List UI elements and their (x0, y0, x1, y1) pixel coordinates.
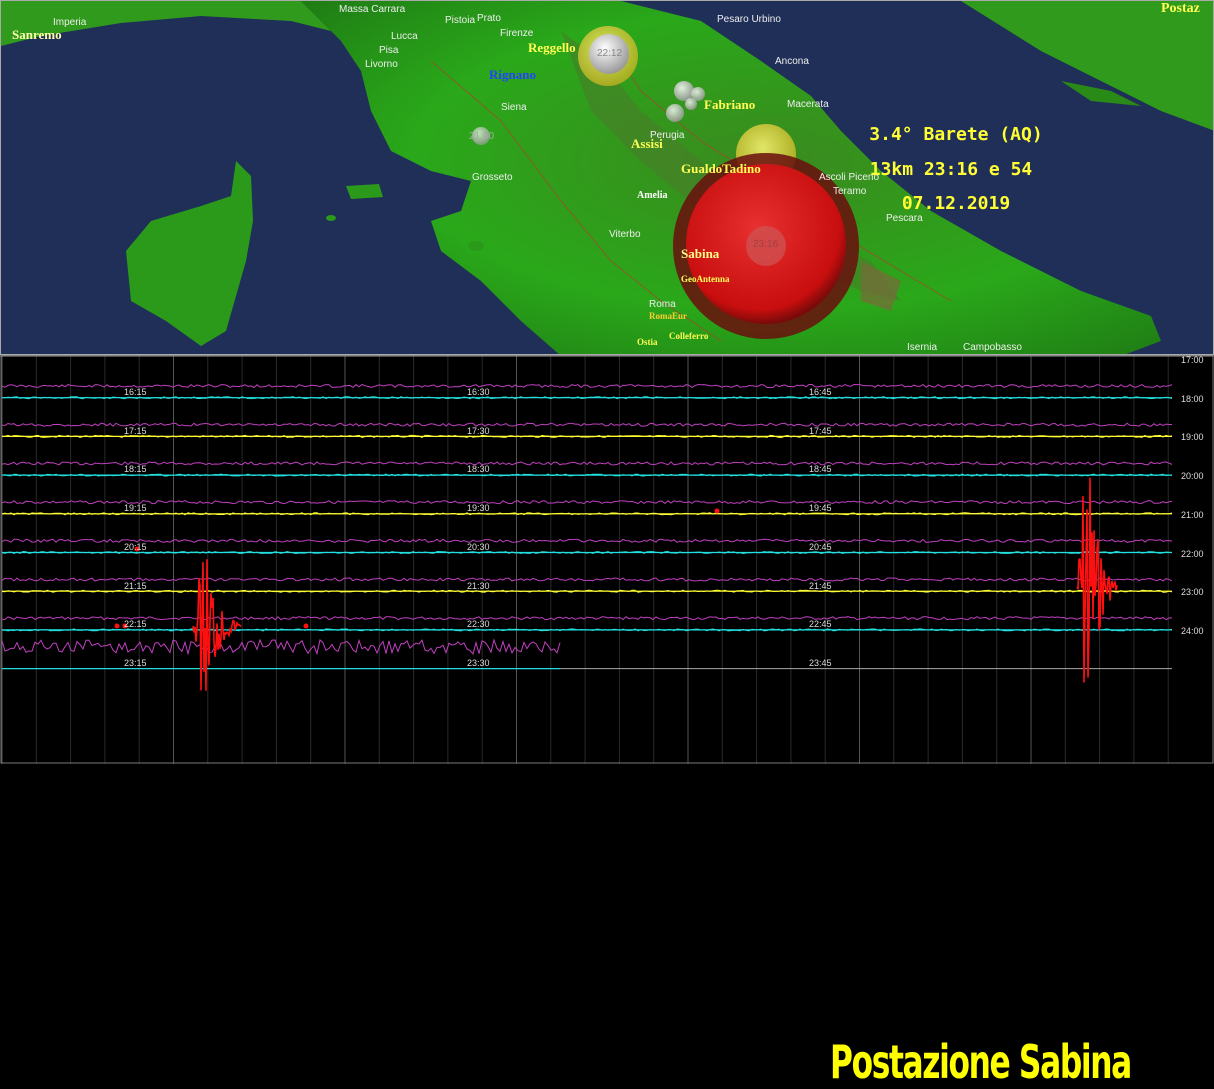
hour-label: 17:00 (1181, 355, 1204, 365)
station-label-colleferro[interactable]: Colleferro (669, 331, 708, 341)
station-label-assisi[interactable]: Assisi (631, 136, 663, 152)
seismogram-panel: 16:15 16:30 16:45 17:00 17:15 17:30 17:45 18:00… (0, 355, 1214, 1089)
quarter-label: 23:30 (467, 657, 490, 668)
hour-label: 19:00 (1181, 432, 1204, 443)
city-label: Siena (501, 102, 527, 113)
quarter-label: 18:30 (467, 464, 490, 475)
station-label-geoantenna[interactable]: GeoAntenna (681, 274, 730, 284)
quarter-label: 16:45 (809, 387, 832, 397)
epicenter-map: Imperia Massa Carrara Lucca Pisa Livorno… (0, 0, 1214, 355)
quarter-label: 16:30 (467, 387, 490, 397)
station-label-ostia[interactable]: Ostia (637, 337, 658, 347)
quarter-label: 20:45 (809, 541, 832, 552)
station-label-romaeur[interactable]: RomaEur (649, 311, 687, 321)
quarter-label: 19:30 (467, 503, 490, 514)
city-label: Livorno (365, 59, 398, 70)
city-label: Roma (649, 299, 676, 310)
hour-label: 21:00 (1181, 509, 1204, 520)
hour-label: 23:00 (1181, 587, 1204, 598)
station-label-fabriano[interactable]: Fabriano (704, 97, 755, 113)
quarter-label: 20:15 (124, 541, 147, 552)
city-label: Lucca (391, 31, 418, 42)
quarter-label: 20:30 (467, 541, 490, 552)
city-label: Pesaro Urbino (717, 14, 781, 25)
quarter-label: 16:15 (124, 387, 147, 397)
quarter-label: 17:15 (124, 425, 147, 436)
station-label-reggello[interactable]: Reggello (528, 40, 576, 56)
event-marker (303, 623, 309, 629)
quarter-label: 22:30 (467, 619, 490, 630)
city-label: Pescara (886, 213, 923, 224)
quarter-label: 21:45 (809, 580, 832, 591)
quake-time-label: 23:16 (753, 239, 779, 250)
quarter-label: 18:45 (809, 464, 832, 475)
hour-label: 22:00 (1181, 548, 1204, 559)
quake-info-date: 07.12.2019 (901, 193, 1011, 214)
city-label: Ancona (775, 56, 809, 67)
city-label: Pistoia (445, 15, 476, 26)
quake-time-label: 21:50 (469, 131, 495, 142)
quarter-label: 21:15 (124, 580, 147, 591)
hour-label: 18:00 (1181, 393, 1204, 404)
quarter-label: 19:15 (124, 503, 147, 514)
event-marker (114, 623, 120, 629)
quarter-label: 22:45 (809, 619, 832, 630)
city-label: Viterbo (609, 229, 641, 240)
quarter-label: 22:15 (124, 619, 147, 630)
station-label-sabina[interactable]: Sabina (681, 246, 719, 262)
quake-time-label: 22:12 (597, 48, 623, 59)
city-label: Macerata (787, 99, 829, 110)
quarter-label: 23:45 (809, 657, 832, 668)
station-label-sanremo[interactable]: Sanremo (12, 27, 62, 43)
quarter-label: 23:15 (124, 657, 147, 668)
station-banner: Postazione Sabina (830, 1035, 1132, 1089)
quarter-label: 21:30 (467, 580, 490, 591)
city-label: Firenze (500, 28, 534, 39)
hour-label: 20:00 (1181, 471, 1204, 482)
quake-info-depth-time: 13km 23:16 e 54 (869, 159, 1033, 180)
quake-info-magnitude: 3.4° Barete (AQ) (869, 124, 1043, 145)
hour-label: 24:00 (1181, 625, 1204, 636)
quarter-label: 17:30 (467, 425, 490, 436)
event-marker (714, 508, 720, 514)
station-label-rignano[interactable]: Rignano (489, 67, 536, 83)
station-label-postaz[interactable]: Postaz (1161, 1, 1200, 17)
seismogram-traces (0, 355, 1214, 764)
station-label-amelia[interactable]: Amelia (637, 190, 668, 201)
city-label: Pisa (379, 45, 399, 56)
quarter-label: 18:15 (124, 464, 147, 475)
city-label: Isernia (907, 342, 938, 353)
quarter-label: 19:45 (809, 503, 832, 514)
quarter-label: 17:45 (809, 425, 832, 436)
city-label: Prato (477, 13, 501, 24)
city-label: Massa Carrara (339, 4, 406, 15)
trace (1, 638, 561, 656)
city-label: Grosseto (472, 172, 513, 183)
city-label: Campobasso (963, 342, 1022, 353)
station-label-gualdotadino[interactable]: GualdoTadino (681, 161, 761, 177)
